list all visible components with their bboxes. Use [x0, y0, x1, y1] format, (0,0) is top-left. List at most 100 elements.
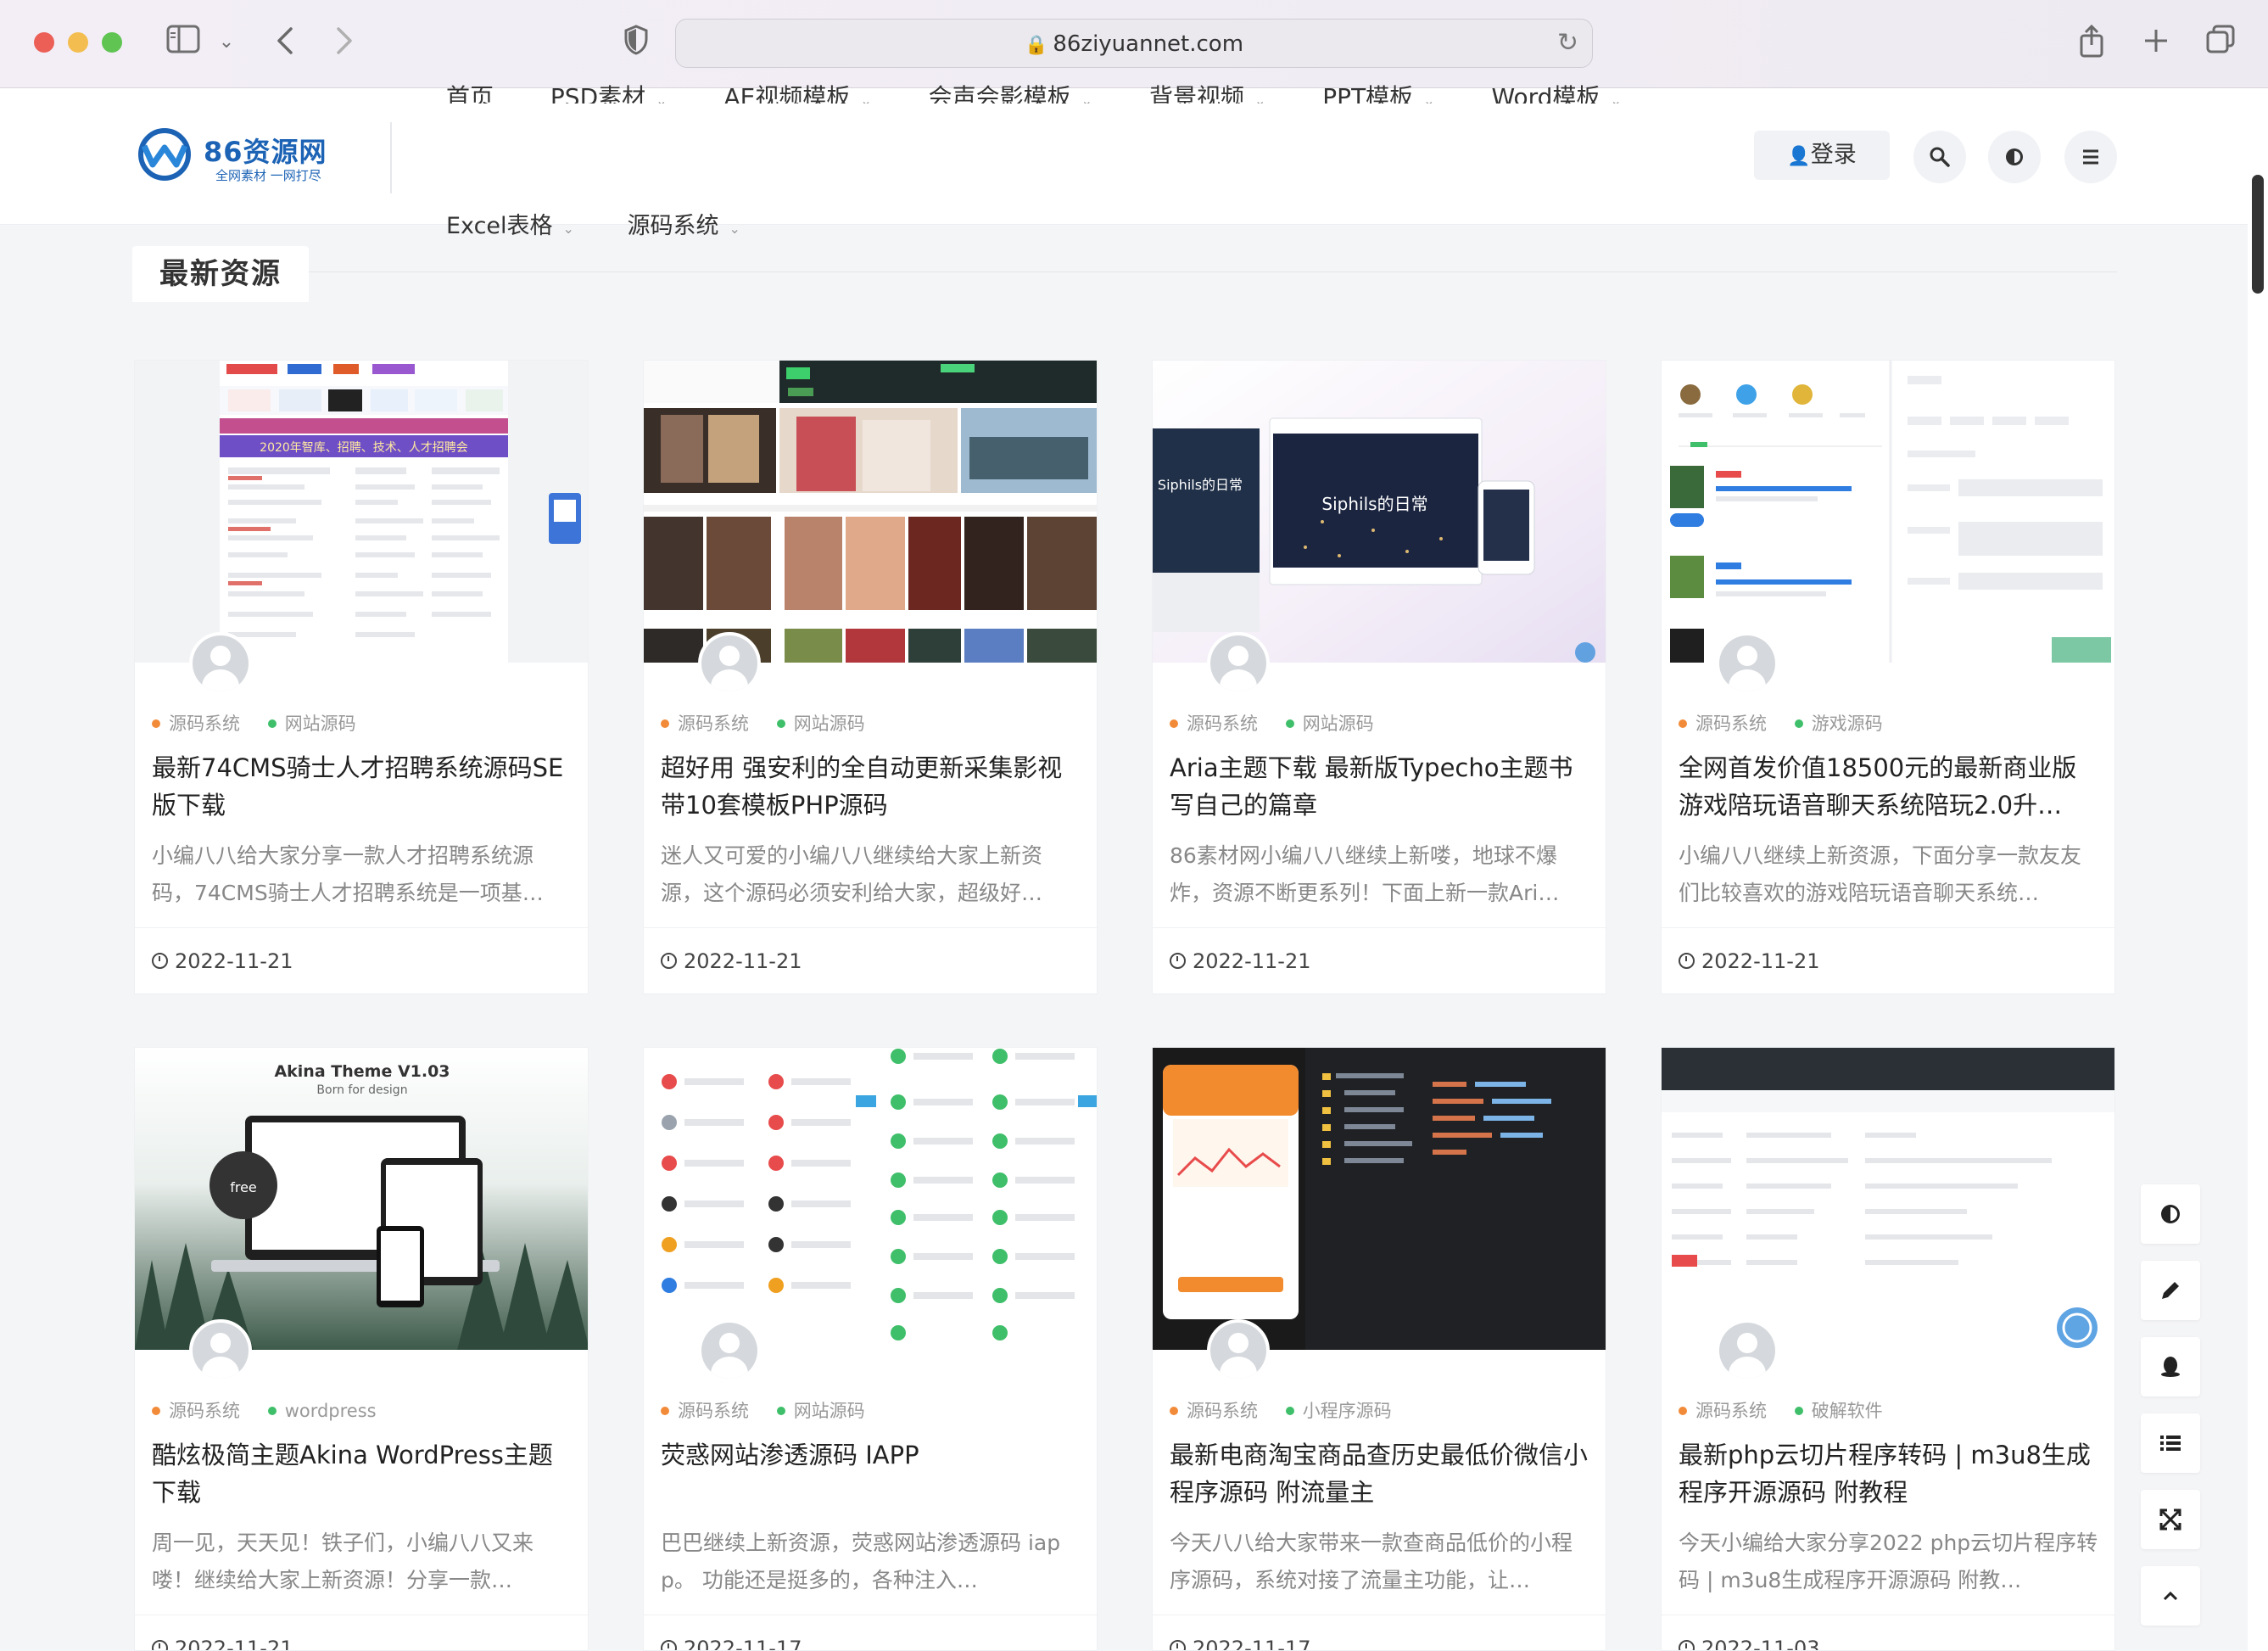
tag-link[interactable]: 游戏源码: [1794, 714, 1883, 734]
author-avatar[interactable]: [189, 632, 252, 695]
card-thumbnail[interactable]: [1153, 1048, 1606, 1350]
clock-icon: [1170, 953, 1186, 969]
tag-link[interactable]: 源码系统: [1679, 1401, 1767, 1421]
tag-link[interactable]: 网站源码: [776, 714, 865, 734]
resource-card[interactable]: 2020年智库、招聘、技术、人才招聘会 源码系统 网站源码 最新74CMS骑士人…: [134, 360, 589, 994]
theme-toggle-button[interactable]: [1988, 131, 2041, 183]
author-avatar[interactable]: [189, 1319, 252, 1382]
tag-link[interactable]: 源码系统: [1170, 1401, 1258, 1421]
card-title[interactable]: 最新电商淘宝商品查历史最低价微信小程序源码 附流量主: [1170, 1436, 1590, 1511]
resource-card[interactable]: 源码系统 网站源码 超好用 强安利的全自动更新采集影视带10套模板PHP源码 迷…: [643, 360, 1098, 994]
card-date: 2022-11-21: [1679, 949, 1819, 973]
card-thumbnail[interactable]: 2020年智库、招聘、技术、人才招聘会: [135, 361, 588, 663]
resource-card[interactable]: Akina Theme V1.03 Born for design free 源…: [134, 1047, 589, 1651]
close-window-button[interactable]: [34, 32, 54, 53]
clock-icon: [661, 1640, 677, 1650]
nav-item-excel[interactable]: Excel表格 ⌄: [446, 207, 574, 240]
tag-link[interactable]: 网站源码: [267, 714, 356, 734]
card-thumbnail[interactable]: [644, 361, 1097, 663]
thumb-banner-text: 2020年智库、招聘、技术、人才招聘会: [260, 441, 468, 455]
author-avatar[interactable]: [1207, 1319, 1270, 1382]
card-title[interactable]: Aria主题下载 最新版Typecho主题书写自己的篇章: [1170, 749, 1590, 824]
author-avatar[interactable]: [1207, 632, 1270, 695]
browser-toolbar: ⌄ 🔒 86ziyuannet.com ↻: [0, 0, 2268, 88]
resource-card[interactable]: 源码系统 破解软件 最新php云切片程序转码 | m3u8生成程序开源源码 附教…: [1661, 1047, 2115, 1651]
edit-button[interactable]: [2141, 1261, 2200, 1320]
tag-link[interactable]: 源码系统: [1170, 714, 1258, 734]
card-excerpt: 今天八八给大家带来一款查商品低价的小程序源码，系统对接了流量主功能，让…: [1170, 1531, 1573, 1592]
tag-link[interactable]: 源码系统: [661, 1401, 749, 1421]
lock-icon: 🔒: [1024, 35, 1048, 56]
new-tab-icon[interactable]: [2139, 24, 2173, 61]
card-thumbnail[interactable]: Siphils的日常 Siphils的日常: [1153, 361, 1606, 663]
page-scrollbar-track[interactable]: [2248, 88, 2268, 1651]
menu-button[interactable]: [2064, 131, 2117, 183]
chevron-down-icon: ⌄: [860, 92, 872, 104]
catalog-button[interactable]: [2141, 1413, 2200, 1473]
address-bar[interactable]: 🔒 86ziyuannet.com ↻: [675, 19, 1593, 68]
card-title[interactable]: 全网首发价值18500元的最新商业版游戏陪玩语音聊天系统陪玩2.0升…: [1679, 749, 2099, 824]
chevron-down-icon[interactable]: ⌄: [215, 24, 237, 61]
card-title[interactable]: 最新74CMS骑士人才招聘系统源码SE版下载: [152, 749, 573, 824]
nav-item-source[interactable]: 源码系统 ⌄: [628, 207, 740, 240]
tag-link[interactable]: 源码系统: [1679, 714, 1767, 734]
author-avatar[interactable]: [698, 1319, 761, 1382]
tag-link[interactable]: wordpress: [267, 1401, 377, 1421]
chevron-down-icon: ⌄: [1423, 92, 1435, 104]
card-date: 2022-11-03: [1679, 1637, 1819, 1650]
tag-link[interactable]: 源码系统: [152, 1401, 240, 1421]
fullscreen-button[interactable]: [2141, 1490, 2200, 1549]
nav-item-word[interactable]: Word模板 ⌄: [1491, 86, 1621, 104]
card-tags: 源码系统 wordpress: [152, 1397, 399, 1423]
card-title[interactable]: 荧惑网站渗透源码 IAPP: [661, 1436, 1081, 1474]
zoom-window-button[interactable]: [102, 32, 122, 53]
nav-item-psd[interactable]: PSD素材 ⌄: [550, 86, 668, 104]
header-divider: [390, 122, 392, 193]
tag-link[interactable]: 源码系统: [661, 714, 749, 734]
expand-icon: [2159, 1508, 2181, 1531]
author-avatar[interactable]: [698, 632, 761, 695]
back-icon[interactable]: [270, 24, 300, 61]
nav-item-huisheng[interactable]: 会声会影模板 ⌄: [929, 86, 1093, 104]
theme-switch-button[interactable]: [2141, 1184, 2200, 1244]
resource-card[interactable]: 源码系统 小程序源码 最新电商淘宝商品查历史最低价微信小程序源码 附流量主 今天…: [1152, 1047, 1606, 1651]
tab-overview-icon[interactable]: [2204, 24, 2237, 61]
nav-item-bg-video[interactable]: 背景视频 ⌄: [1149, 86, 1265, 104]
clock-icon: [152, 953, 168, 969]
author-avatar[interactable]: [1716, 1319, 1779, 1382]
card-thumbnail[interactable]: [1662, 1048, 2114, 1350]
nav-item-ae[interactable]: AE视频模板 ⌄: [723, 86, 872, 104]
tag-link[interactable]: 源码系统: [152, 714, 240, 734]
tag-link[interactable]: 网站源码: [776, 1401, 865, 1421]
tag-link[interactable]: 网站源码: [1285, 714, 1374, 734]
forward-icon[interactable]: [329, 24, 360, 61]
sidebar-toggle-icon[interactable]: [165, 24, 202, 61]
card-date: 2022-11-21: [1170, 949, 1310, 973]
resource-card[interactable]: Siphils的日常 Siphils的日常 源码系统 网站源码 Aria主题下载…: [1152, 360, 1606, 994]
chevron-down-icon: ⌄: [1081, 92, 1093, 104]
search-button[interactable]: [1913, 131, 1966, 183]
page-scrollbar-thumb[interactable]: [2252, 175, 2264, 294]
login-button[interactable]: 👤登录: [1754, 131, 1890, 180]
clock-icon: [661, 953, 677, 969]
nav-item-home[interactable]: 首页: [446, 86, 494, 104]
back-to-top-button[interactable]: [2141, 1566, 2200, 1626]
card-title[interactable]: 最新php云切片程序转码 | m3u8生成程序开源源码 附教程: [1679, 1436, 2099, 1511]
author-avatar[interactable]: [1716, 632, 1779, 695]
resource-card[interactable]: 源码系统 网站源码 荧惑网站渗透源码 IAPP 巴巴继续上新资源，荧惑网站渗透源…: [643, 1047, 1098, 1651]
card-thumbnail[interactable]: Akina Theme V1.03 Born for design free: [135, 1048, 588, 1350]
site-logo[interactable]: 86资源网 全网素材 一网打尽: [132, 119, 344, 190]
qq-contact-button[interactable]: [2141, 1337, 2200, 1396]
reload-icon[interactable]: ↻: [1557, 28, 1578, 58]
card-title[interactable]: 酷炫极简主题Akina WordPress主题下载: [152, 1436, 573, 1511]
resource-card[interactable]: 源码系统 游戏源码 全网首发价值18500元的最新商业版游戏陪玩语音聊天系统陪玩…: [1661, 360, 2115, 994]
card-thumbnail[interactable]: [1662, 361, 2114, 663]
share-icon[interactable]: [2075, 24, 2109, 61]
card-title[interactable]: 超好用 强安利的全自动更新采集影视带10套模板PHP源码: [661, 749, 1081, 824]
tag-link[interactable]: 破解软件: [1794, 1401, 1883, 1421]
card-thumbnail[interactable]: [644, 1048, 1097, 1350]
minimize-window-button[interactable]: [68, 32, 88, 53]
shield-icon[interactable]: [619, 24, 653, 61]
tag-link[interactable]: 小程序源码: [1285, 1401, 1392, 1421]
nav-item-ppt[interactable]: PPT模板 ⌄: [1322, 86, 1435, 104]
